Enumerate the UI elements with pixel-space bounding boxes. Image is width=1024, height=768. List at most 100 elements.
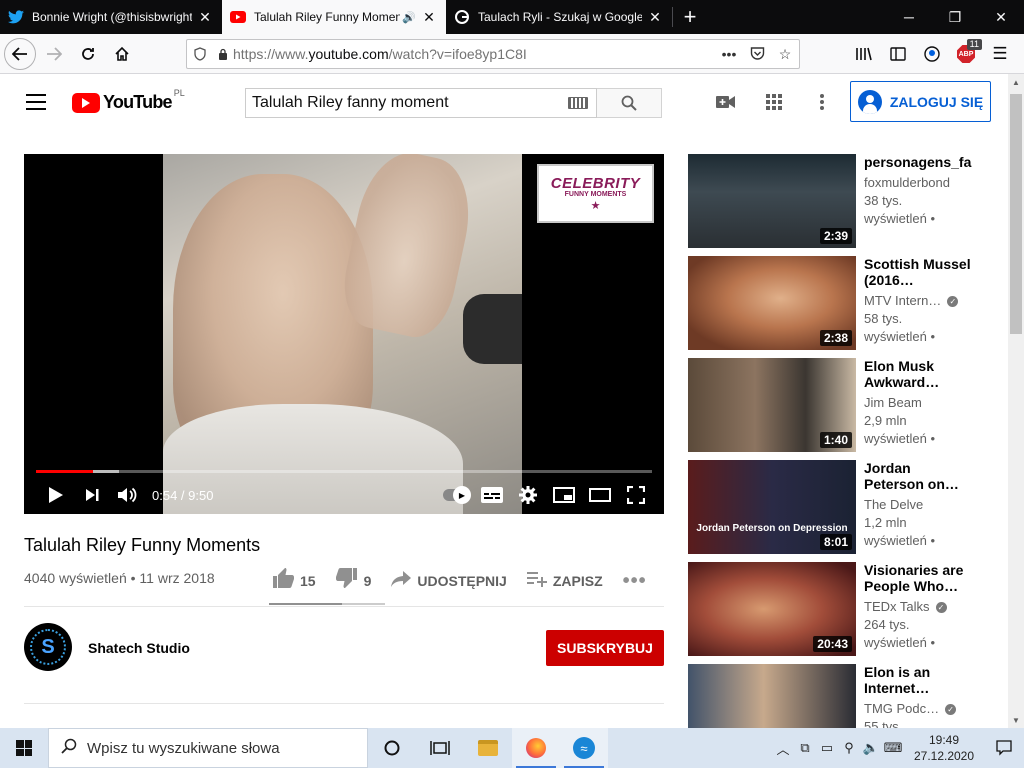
app-taskbar-button[interactable]: ≈: [560, 728, 608, 768]
pocket-icon[interactable]: [743, 47, 771, 61]
related-video-item[interactable]: 2:38 Scottish Mussel (2016… MTV Intern… ✓…: [688, 256, 978, 350]
related-video-item[interactable]: Jordan Peterson on Depression 8:01 Jorda…: [688, 460, 978, 554]
window-close-icon[interactable]: ✕: [978, 0, 1024, 34]
search-button[interactable]: [597, 88, 662, 118]
address-bar[interactable]: https://www.youtube.com/watch?v=ifoe8yp1…: [186, 39, 800, 69]
more-actions-button[interactable]: •••: [623, 570, 653, 593]
forward-arrow-icon[interactable]: [38, 38, 70, 70]
close-tab-icon[interactable]: ✕: [196, 8, 214, 26]
related-video-views: 1,2 mln: [864, 515, 907, 530]
browser-tab[interactable]: Bonnie Wright (@thisisbwright ✕: [0, 0, 222, 34]
back-arrow-icon[interactable]: [4, 37, 36, 70]
related-video-title[interactable]: Jordan Peterson on…: [864, 460, 974, 492]
scroll-up-icon[interactable]: ▲: [1008, 74, 1024, 90]
like-button[interactable]: 15: [272, 568, 316, 594]
related-video-views: 58 tys.: [864, 311, 903, 326]
browser-tab-active[interactable]: Talulah Riley Funny Moment 🔊 ✕: [222, 0, 446, 34]
file-explorer-button[interactable]: [464, 728, 512, 768]
related-video-channel: MTV Intern… ✓: [864, 292, 974, 310]
video-thumbnail[interactable]: Jordan Peterson on Depression 8:01: [688, 460, 856, 554]
next-button[interactable]: [74, 480, 110, 510]
related-video-item[interactable]: 2:39 personagens_fa foxmulderbond 38 tys…: [688, 154, 978, 248]
library-icon[interactable]: [848, 38, 880, 70]
dislike-count: 9: [363, 573, 372, 589]
subtitles-button[interactable]: [474, 480, 510, 510]
search-input[interactable]: Talulah Riley fanny moment: [245, 88, 597, 118]
apps-grid-icon[interactable]: [758, 90, 790, 114]
video-thumbnail[interactable]: [688, 664, 856, 728]
home-icon[interactable]: [106, 38, 138, 70]
restore-icon[interactable]: ❐: [932, 0, 978, 34]
ime-icon[interactable]: ⌨: [882, 740, 904, 756]
adblock-plus-button[interactable]: ABP 11: [950, 38, 982, 70]
reload-icon[interactable]: [72, 38, 104, 70]
cortana-button[interactable]: [368, 728, 416, 768]
settings-kebab-icon[interactable]: [806, 90, 838, 114]
scrollbar-thumb[interactable]: [1010, 94, 1022, 334]
menu-hamburger-icon[interactable]: ☰: [984, 38, 1016, 70]
play-button[interactable]: [38, 480, 74, 510]
create-video-icon[interactable]: [710, 90, 742, 114]
account-icon[interactable]: [916, 38, 948, 70]
related-video-title[interactable]: Visionaries are People Who…: [864, 562, 974, 594]
share-button[interactable]: UDOSTĘPNIJ: [391, 570, 507, 593]
bookmark-star-icon[interactable]: ☆: [771, 46, 799, 63]
battery-icon[interactable]: ▭: [816, 740, 838, 756]
network-icon[interactable]: ⚲: [838, 740, 860, 756]
video-thumbnail[interactable]: 1:40: [688, 358, 856, 452]
upload-date: 11 wrz 2018: [139, 570, 215, 586]
mute-button[interactable]: [110, 480, 146, 510]
video-thumbnail[interactable]: 20:43: [688, 562, 856, 656]
youtube-logo[interactable]: YouTube PL: [72, 88, 185, 113]
autoplay-toggle[interactable]: ▶: [438, 480, 474, 510]
save-to-playlist-button[interactable]: ZAPISZ: [526, 570, 603, 593]
windows-taskbar: Wpisz tu wyszukiwane słowa ≈ ︿ ⧉ ▭ ⚲ 🔈 ⌨…: [0, 728, 1024, 768]
folder-icon: [478, 740, 498, 756]
volume-tray-icon[interactable]: 🔈: [860, 740, 882, 756]
speaker-icon[interactable]: 🔊: [402, 11, 416, 24]
show-hidden-icons-chevron-icon[interactable]: ︿: [772, 739, 794, 758]
close-tab-icon[interactable]: ✕: [646, 8, 664, 26]
taskbar-search-box[interactable]: Wpisz tu wyszukiwane słowa: [48, 728, 368, 768]
related-video-title[interactable]: Elon Musk Awkward…: [864, 358, 974, 390]
video-thumbnail[interactable]: 2:38: [688, 256, 856, 350]
related-video-title[interactable]: Elon is an Internet…: [864, 664, 974, 696]
sidebar-toggle-icon[interactable]: [882, 38, 914, 70]
related-video-item[interactable]: 20:43 Visionaries are People Who… TEDx T…: [688, 562, 978, 656]
virtual-keyboard-icon[interactable]: [568, 97, 588, 109]
taskbar-clock[interactable]: 19:49 27.12.2020: [904, 732, 984, 764]
theater-mode-button[interactable]: [582, 480, 618, 510]
minimize-icon[interactable]: ─: [886, 0, 932, 34]
firefox-taskbar-button[interactable]: [512, 728, 560, 768]
close-tab-icon[interactable]: ✕: [420, 8, 438, 26]
new-tab-plus-icon[interactable]: +: [673, 0, 707, 34]
lock-icon[interactable]: [213, 48, 233, 60]
dislike-button[interactable]: 9: [335, 568, 372, 594]
notifications-icon[interactable]: [984, 728, 1024, 768]
channel-avatar[interactable]: S: [24, 623, 72, 671]
task-view-button[interactable]: [416, 728, 464, 768]
miniplayer-button[interactable]: [546, 480, 582, 510]
clock-time: 19:49: [928, 733, 960, 747]
progress-bar[interactable]: [36, 470, 652, 473]
subscribe-button[interactable]: SUBSKRYBUJ: [546, 630, 664, 666]
video-thumbnail[interactable]: 2:39: [688, 154, 856, 248]
settings-button[interactable]: [510, 480, 546, 510]
related-video-title[interactable]: personagens_fa: [864, 154, 974, 170]
sign-in-button[interactable]: ZALOGUJ SIĘ: [850, 81, 991, 122]
thumbs-up-icon: [272, 568, 294, 594]
page-scrollbar[interactable]: ▲ ▼: [1008, 74, 1024, 728]
channel-name[interactable]: Shatech Studio: [88, 640, 190, 656]
related-video-item[interactable]: 1:40 Elon Musk Awkward… Jim Beam 2,9 mln…: [688, 358, 978, 452]
device-icon[interactable]: ⧉: [794, 740, 816, 756]
start-button[interactable]: [0, 728, 48, 768]
related-video-title[interactable]: Scottish Mussel (2016…: [864, 256, 974, 288]
guide-menu-icon[interactable]: [26, 94, 46, 110]
related-video-item[interactable]: Elon is an Internet… TMG Podc… ✓ 55 tys.: [688, 664, 978, 728]
tracking-shield-icon[interactable]: [187, 47, 213, 61]
page-actions-icon[interactable]: •••: [715, 46, 743, 62]
fullscreen-button[interactable]: [618, 480, 654, 510]
scroll-down-icon[interactable]: ▼: [1008, 712, 1024, 728]
video-player[interactable]: CELEBRITY FUNNY MOMENTS ★ 0:54 / 9:50 ▶: [24, 154, 664, 514]
browser-tab[interactable]: Taulach Ryli - Szukaj w Google ✕: [446, 0, 672, 34]
